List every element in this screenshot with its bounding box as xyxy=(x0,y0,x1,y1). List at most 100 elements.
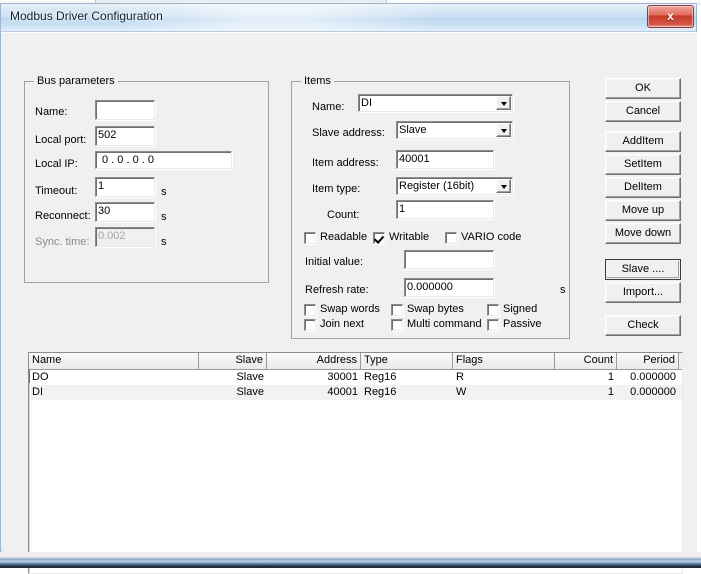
column-header-flags[interactable]: Flags xyxy=(453,353,555,369)
chevron-down-icon[interactable] xyxy=(496,123,511,137)
column-header-address[interactable]: Address xyxy=(267,353,361,369)
cell-flags: R xyxy=(456,371,464,383)
slave-button[interactable]: Slave .... xyxy=(605,259,681,280)
cell-name: DI xyxy=(32,386,43,398)
checkbox-swap-bytes-box[interactable] xyxy=(391,304,403,316)
window-title: Modbus Driver Configuration xyxy=(10,9,163,23)
label-initial-value: Initial value: xyxy=(305,256,364,268)
initial-value-input[interactable] xyxy=(404,250,494,269)
cell-count: 1 xyxy=(607,371,614,383)
unit-timeout: s xyxy=(161,186,167,198)
cell-name: DO xyxy=(32,371,49,383)
checkbox-vario-code-label: VARIO code xyxy=(461,231,522,243)
screen-root: Modbus Driver Configuration x Bus parame… xyxy=(0,0,701,574)
checkbox-passive-label: Passive xyxy=(503,318,542,330)
label-sync-time: Sync. time: xyxy=(35,236,90,248)
list-body: DO Slave 30001 Reg16 R 1 0.000000 DI Slave 40001 R… xyxy=(29,370,682,400)
unit-reconnect: s xyxy=(161,211,167,223)
slave-address-combo[interactable]: Slave xyxy=(396,121,513,139)
list-header-row: Name Slave Address Type Flags Count Period xyxy=(29,353,682,370)
label-reconnect: Reconnect: xyxy=(35,210,91,222)
close-icon[interactable]: x xyxy=(647,5,694,28)
label-local-ip: Local IP: xyxy=(35,158,78,170)
label-item-type: Item type: xyxy=(312,183,361,195)
checkbox-swap-words-label: Swap words xyxy=(320,303,380,315)
background-window-bottom-text: .... xyxy=(262,560,273,568)
dialog-client-area: Bus parameters Name: Local port: Local I… xyxy=(2,32,697,574)
checkbox-multi-command-label: Multi command xyxy=(407,318,482,330)
checkbox-passive-box[interactable] xyxy=(487,319,499,331)
del-item-button[interactable]: DelItem xyxy=(605,177,681,198)
modbus-driver-configuration-window: Modbus Driver Configuration x Bus parame… xyxy=(0,3,697,574)
label-refresh-rate: Refresh rate: xyxy=(305,284,369,296)
cell-type: Reg16 xyxy=(364,371,397,383)
items-list-view[interactable]: Name Slave Address Type Flags Count Period DO S… xyxy=(28,352,683,574)
cell-address: 40001 xyxy=(327,386,358,398)
checkbox-join-next-label: Join next xyxy=(320,318,365,330)
move-down-button[interactable]: Move down xyxy=(605,223,681,244)
timeout-input[interactable]: 1 xyxy=(95,177,155,197)
sync-time-input: 0.002 xyxy=(95,227,155,247)
cell-type: Reg16 xyxy=(364,386,397,398)
checkbox-readable-box[interactable] xyxy=(304,232,316,244)
refresh-rate-input[interactable]: 0.000000 xyxy=(404,278,494,297)
table-row[interactable]: DI Slave 40001 Reg16 W 1 0.000000 xyxy=(29,385,682,400)
cell-flags: W xyxy=(456,386,467,398)
item-name-combo-value: DI xyxy=(361,97,372,109)
count-input[interactable]: 1 xyxy=(396,200,494,219)
set-item-button[interactable]: SetItem xyxy=(605,154,681,175)
column-header-count[interactable]: Count xyxy=(555,353,617,369)
cell-slave: Slave xyxy=(236,371,264,383)
item-name-combo[interactable]: DI xyxy=(358,94,513,112)
column-header-name[interactable]: Name xyxy=(29,353,199,369)
title-bar[interactable]: Modbus Driver Configuration x xyxy=(1,4,696,32)
item-address-input[interactable]: 40001 xyxy=(396,150,494,169)
column-header-period[interactable]: Period xyxy=(617,353,679,369)
add-item-button[interactable]: AddItem xyxy=(605,131,681,152)
chevron-down-icon[interactable] xyxy=(496,96,511,110)
ok-button[interactable]: OK xyxy=(605,78,681,99)
item-type-combo[interactable]: Register (16bit) xyxy=(396,177,513,195)
slave-address-combo-value: Slave xyxy=(399,124,427,136)
checkbox-vario-code-box[interactable] xyxy=(445,232,457,244)
bus-parameters-legend: Bus parameters xyxy=(34,75,118,87)
reconnect-input[interactable]: 30 xyxy=(95,202,155,222)
chevron-down-icon[interactable] xyxy=(496,179,511,193)
cell-period: 0.000000 xyxy=(630,386,676,398)
check-button[interactable]: Check xyxy=(605,315,681,336)
local-port-input[interactable]: 502 xyxy=(95,126,155,146)
column-header-slave[interactable]: Slave xyxy=(199,353,267,369)
cancel-button[interactable]: Cancel xyxy=(605,101,681,122)
move-up-button[interactable]: Move up xyxy=(605,200,681,221)
unit-sync-time: s xyxy=(161,236,167,248)
label-item-name: Name: xyxy=(312,101,345,113)
label-timeout: Timeout: xyxy=(35,185,78,197)
column-header-type[interactable]: Type xyxy=(361,353,453,369)
items-legend: Items xyxy=(301,75,334,87)
checkbox-multi-command-box[interactable] xyxy=(391,319,403,331)
cell-count: 1 xyxy=(607,386,614,398)
checkbox-signed-box[interactable] xyxy=(487,304,499,316)
label-name: Name: xyxy=(35,106,68,118)
list-left-edge-line xyxy=(29,383,30,573)
checkbox-writable-box[interactable] xyxy=(373,232,385,244)
checkbox-swap-words-box[interactable] xyxy=(304,304,316,316)
import-button[interactable]: Import... xyxy=(605,282,681,303)
label-count: Count: xyxy=(327,209,360,221)
table-row[interactable]: DO Slave 30001 Reg16 R 1 0.000000 xyxy=(29,370,682,385)
checkbox-join-next-box[interactable] xyxy=(304,319,316,331)
name-input[interactable] xyxy=(95,100,155,120)
item-type-combo-value: Register (16bit) xyxy=(399,180,475,192)
label-slave-address: Slave address: xyxy=(312,127,385,139)
checkbox-swap-bytes-label: Swap bytes xyxy=(407,303,464,315)
cell-period: 0.000000 xyxy=(630,371,676,383)
cell-slave: Slave xyxy=(236,386,264,398)
cell-address: 30001 xyxy=(327,371,358,383)
label-local-port: Local port: xyxy=(35,134,87,146)
local-ip-input[interactable]: 0 . 0 . 0 . 0 xyxy=(95,151,232,169)
checkbox-readable-label: Readable xyxy=(320,231,368,243)
label-item-address: Item address: xyxy=(312,157,379,169)
checkbox-signed-label: Signed xyxy=(503,303,538,315)
unit-refresh-rate: s xyxy=(560,284,566,296)
checkbox-writable-label: Writable xyxy=(389,231,430,243)
